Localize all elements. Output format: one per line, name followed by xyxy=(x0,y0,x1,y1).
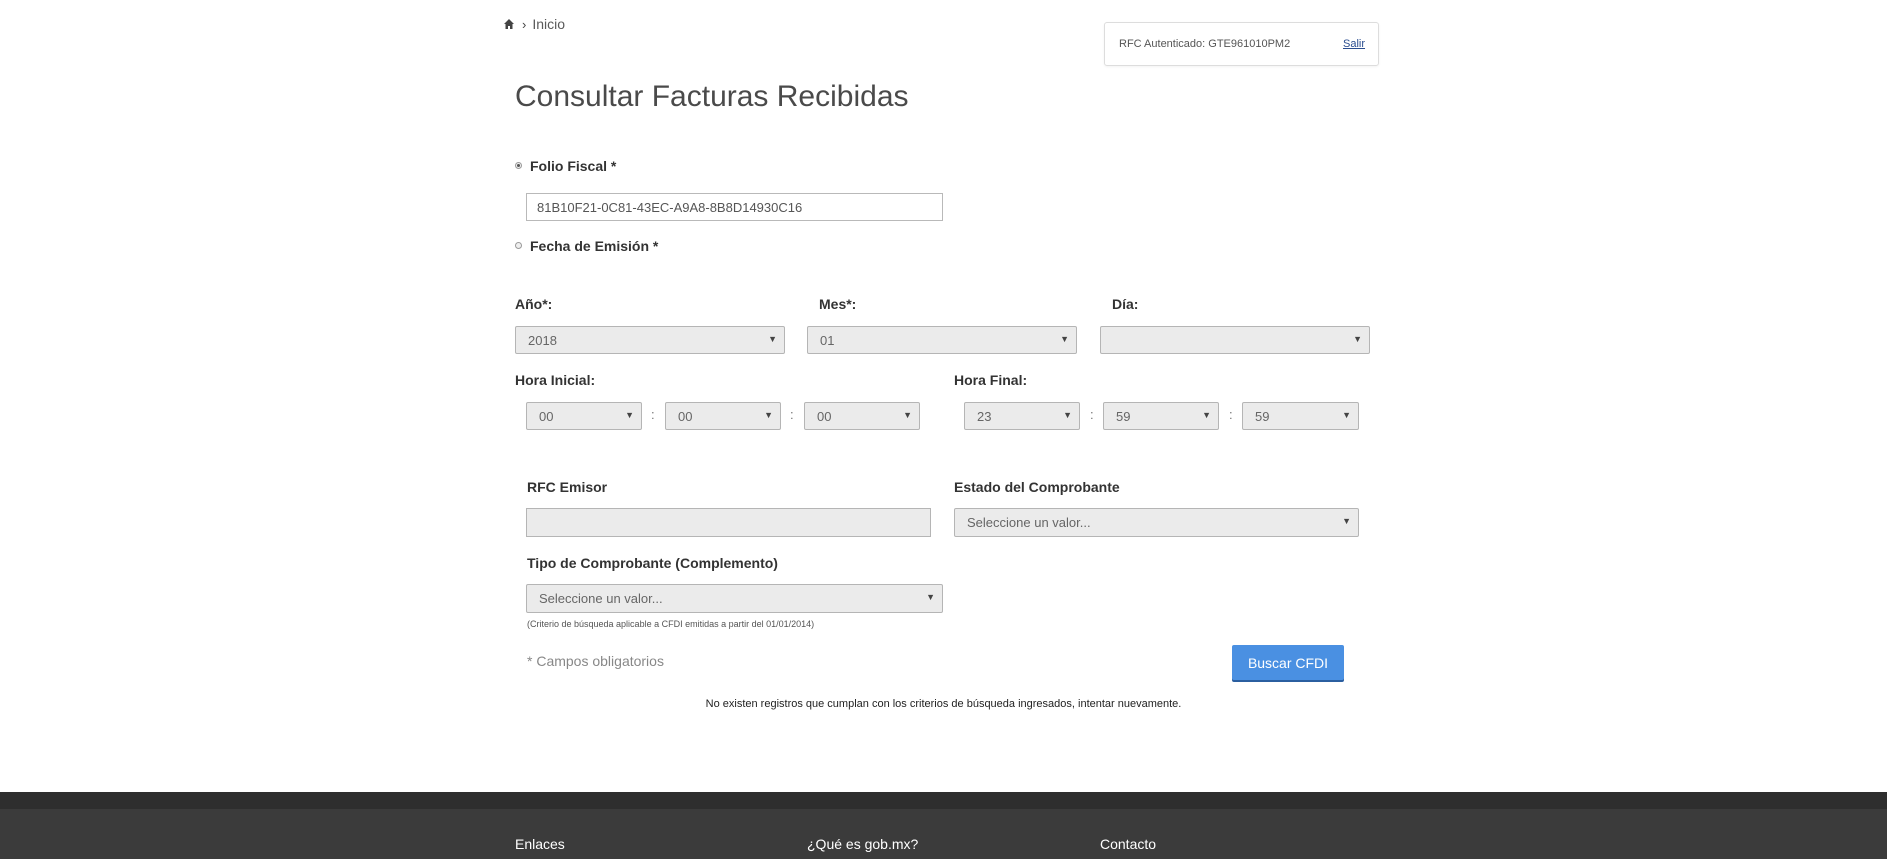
tipo-comprobante-select[interactable]: Seleccione un valor... ▼ xyxy=(526,584,943,613)
day-label: Día: xyxy=(1112,296,1139,312)
tipo-comprobante-value: Seleccione un valor... xyxy=(539,591,663,606)
authenticated-rfc-text: RFC Autenticado: GTE961010PM2 xyxy=(1119,38,1291,50)
start-second-value: 00 xyxy=(817,408,832,424)
fecha-emision-label: Fecha de Emisión * xyxy=(530,238,659,254)
estado-comprobante-select[interactable]: Seleccione un valor... ▼ xyxy=(954,508,1359,537)
required-fields-note: * Campos obligatorios xyxy=(527,653,664,669)
search-cfdi-button[interactable]: Buscar CFDI xyxy=(1232,645,1344,680)
tipo-comprobante-label: Tipo de Comprobante (Complemento) xyxy=(527,555,778,571)
month-label: Mes*: xyxy=(819,296,857,312)
page-title: Consultar Facturas Recibidas xyxy=(515,80,909,113)
chevron-down-icon: ▼ xyxy=(764,410,773,420)
breadcrumb: › Inicio xyxy=(503,16,565,32)
folio-fiscal-label: Folio Fiscal * xyxy=(530,158,617,174)
time-separator: : xyxy=(790,407,794,422)
folio-fiscal-radio[interactable] xyxy=(515,162,522,169)
end-hour-value: 23 xyxy=(977,408,992,424)
rfc-emisor-label: RFC Emisor xyxy=(527,479,608,495)
footer-top-bar xyxy=(0,792,1887,809)
time-separator: : xyxy=(651,407,655,422)
year-select[interactable]: 2018 ▼ xyxy=(515,326,785,354)
chevron-down-icon: ▼ xyxy=(1342,410,1351,420)
time-separator: : xyxy=(1229,407,1233,422)
chevron-down-icon: ▼ xyxy=(1063,410,1072,420)
authenticated-rfc-box: RFC Autenticado: GTE961010PM2 Salir xyxy=(1104,22,1379,66)
end-hour-select[interactable]: 23 ▼ xyxy=(964,402,1080,430)
estado-comprobante-value: Seleccione un valor... xyxy=(967,515,1091,530)
footer-contact-heading: Contacto xyxy=(1100,836,1157,852)
estado-comprobante-label: Estado del Comprobante xyxy=(954,479,1120,495)
footer: Enlaces ¿Qué es gob.mx? Contacto xyxy=(0,792,1887,859)
start-second-select[interactable]: 00 ▼ xyxy=(804,402,920,430)
chevron-down-icon: ▼ xyxy=(926,592,935,602)
fecha-emision-radio[interactable] xyxy=(515,242,522,249)
start-minute-value: 00 xyxy=(678,408,693,424)
start-minute-select[interactable]: 00 ▼ xyxy=(665,402,781,430)
end-minute-value: 59 xyxy=(1116,408,1131,424)
chevron-down-icon: ▼ xyxy=(1060,334,1069,344)
month-select[interactable]: 01 ▼ xyxy=(807,326,1077,354)
breadcrumb-current[interactable]: Inicio xyxy=(532,16,565,32)
end-time-label: Hora Final: xyxy=(954,372,1028,388)
logout-link[interactable]: Salir xyxy=(1343,38,1365,50)
year-label: Año*: xyxy=(515,296,553,312)
rfc-emisor-input[interactable] xyxy=(526,508,931,537)
year-value: 2018 xyxy=(528,332,557,348)
chevron-down-icon: ▼ xyxy=(768,334,777,344)
chevron-down-icon: ▼ xyxy=(625,410,634,420)
chevron-right-icon: › xyxy=(522,16,527,32)
day-select[interactable]: ▼ xyxy=(1100,326,1370,354)
start-hour-value: 00 xyxy=(539,408,554,424)
chevron-down-icon: ▼ xyxy=(1202,410,1211,420)
footer-about-heading: ¿Qué es gob.mx? xyxy=(807,836,919,852)
footer-links-heading: Enlaces xyxy=(515,836,565,852)
end-second-select[interactable]: 59 ▼ xyxy=(1242,402,1359,430)
result-message: No existen registros que cumplan con los… xyxy=(705,698,1182,710)
time-separator: : xyxy=(1090,407,1094,422)
start-hour-select[interactable]: 00 ▼ xyxy=(526,402,642,430)
end-second-value: 59 xyxy=(1255,408,1270,424)
end-minute-select[interactable]: 59 ▼ xyxy=(1103,402,1219,430)
month-value: 01 xyxy=(820,332,835,348)
folio-fiscal-input[interactable]: 81B10F21-0C81-43EC-A9A8-8B8D14930C16 xyxy=(526,193,943,221)
chevron-down-icon: ▼ xyxy=(1353,334,1362,344)
chevron-down-icon: ▼ xyxy=(1342,516,1351,526)
chevron-down-icon: ▼ xyxy=(903,410,912,420)
start-time-label: Hora Inicial: xyxy=(515,372,596,388)
tipo-comprobante-note: (Criterio de búsqueda aplicable a CFDI e… xyxy=(527,619,815,629)
home-icon[interactable] xyxy=(503,18,515,30)
